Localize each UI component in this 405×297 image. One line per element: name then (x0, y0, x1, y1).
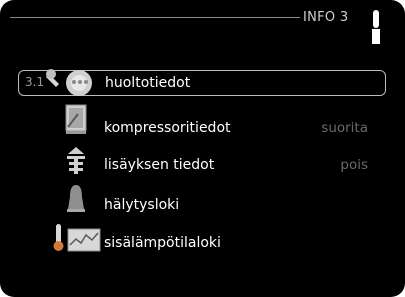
thermometer-icon (372, 10, 380, 44)
additional-heat-icon (67, 147, 85, 174)
menu-item-lisayksen-tiedot[interactable]: lisäyksen tiedot pois (18, 147, 386, 179)
menu-item-sisalampotilaloki[interactable]: sisälämpötilaloki (18, 224, 386, 257)
menu-item-halytysloki[interactable]: hälytysloki (18, 185, 386, 219)
header-divider (10, 17, 300, 18)
menu-item-value: suorita (321, 120, 368, 136)
menu-item-kompressoritiedot[interactable]: kompressoritiedot suorita (18, 104, 386, 142)
menu-item-label: lisäyksen tiedot (104, 157, 215, 173)
alarm-bell-icon (67, 185, 85, 212)
menu-item-huoltotiedot[interactable]: 3.1 huoltotiedot (18, 69, 386, 96)
menu-item-number: 3.1 (25, 75, 45, 89)
info-screen: INFO 3 3.1 huoltotiedot kompressoritiedo… (0, 0, 405, 297)
compressor-icon (65, 104, 87, 134)
indoor-temp-log-icon (53, 224, 101, 252)
page-title: INFO 3 (303, 10, 349, 25)
service-tools-icon (46, 69, 92, 96)
menu-item-value: pois (340, 157, 368, 173)
menu-item-label: sisälämpötilaloki (104, 235, 221, 251)
menu-item-label: hälytysloki (104, 197, 180, 213)
menu-item-label: huoltotiedot (105, 75, 191, 91)
menu-item-label: kompressoritiedot (104, 120, 231, 136)
